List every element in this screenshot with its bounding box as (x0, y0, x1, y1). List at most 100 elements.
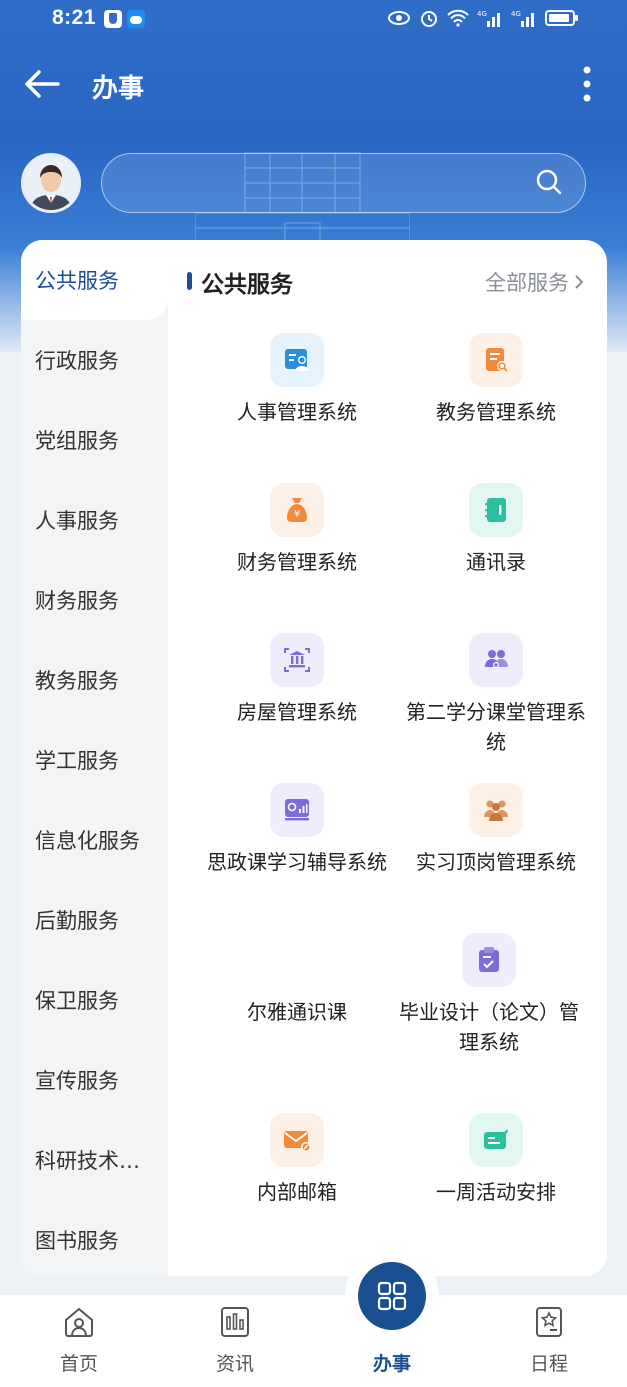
all-services-label: 全部服务 (485, 271, 569, 295)
money-bag-icon: ¥ (270, 483, 324, 537)
service-label: 教务管理系统 (436, 400, 556, 424)
status-bar: 8:21 4G 4G (0, 0, 627, 40)
section-title: 公共服务 (201, 272, 293, 298)
academic-icon (469, 333, 523, 387)
sidebar-item-label: 公共服务 (35, 269, 119, 293)
calendar-star-icon (536, 1307, 562, 1337)
all-services-link[interactable]: 全部服务 (485, 267, 585, 297)
service-internal-mail[interactable]: 内部邮箱 (207, 1113, 387, 1207)
search-box[interactable] (101, 153, 586, 213)
sidebar-item-label: 财务服务 (35, 589, 119, 613)
service-label: 尔雅通识课 (247, 1000, 347, 1024)
status-time: 8:21 (52, 6, 97, 29)
chevron-right-icon (575, 275, 584, 289)
sidebar-item-label: 保卫服务 (35, 989, 119, 1013)
eye-icon (388, 11, 410, 25)
service-weekly-schedule[interactable]: 一周活动安排 (406, 1113, 586, 1207)
sidebar-item-logistics[interactable]: 后勤服务 (21, 880, 168, 960)
sidebar-item-student-affairs[interactable]: 学工服务 (21, 720, 168, 800)
chart-board-icon (270, 783, 324, 837)
sidebar-item-library[interactable]: 图书服务 (21, 1200, 168, 1276)
shield-app-icon (104, 10, 122, 28)
sidebar-item-personnel[interactable]: 人事服务 (21, 480, 168, 560)
status-icons: 4G 4G (387, 8, 578, 28)
sidebar-item-party[interactable]: 党组服务 (21, 400, 168, 480)
category-sidebar: 公共服务 行政服务 党组服务 人事服务 财务服务 教务服务 学工服务 信息化服务… (21, 240, 168, 1276)
sidebar-item-academic[interactable]: 教务服务 (21, 640, 168, 720)
battery-icon (545, 10, 578, 26)
service-label: 内部邮箱 (257, 1180, 337, 1204)
service-label: 第二学分课堂管理系统 (406, 700, 586, 754)
signal-icon: 4G (511, 10, 534, 27)
section-marker (187, 272, 192, 290)
sidebar-item-it[interactable]: 信息化服务 (21, 800, 168, 880)
nav-home-label: 首页 (59, 1353, 98, 1375)
service-contacts[interactable]: 通讯录 (406, 483, 586, 577)
svg-text:¥: ¥ (294, 509, 300, 520)
nav-affairs-label: 办事 (372, 1353, 411, 1375)
nav-schedule-label: 日程 (529, 1353, 568, 1375)
sidebar-item-label: 人事服务 (35, 509, 119, 533)
sidebar-item-label: 信息化服务 (35, 829, 140, 853)
service-second-credit[interactable]: 第二学分课堂管理系统 (406, 633, 586, 757)
nav-news[interactable]: 资讯 (195, 1305, 275, 1376)
team-icon (469, 783, 523, 837)
page-title: 办事 (92, 74, 145, 104)
group-icon (469, 633, 523, 687)
search-input[interactable] (122, 154, 522, 210)
user-avatar-icon (24, 156, 78, 210)
contacts-icon (469, 483, 523, 537)
nav-affairs[interactable] (358, 1262, 426, 1330)
nav-home[interactable]: 首页 (39, 1305, 119, 1376)
sidebar-item-label: 党组服务 (35, 429, 119, 453)
more-vertical-icon[interactable] (575, 64, 599, 104)
personnel-icon (270, 333, 324, 387)
service-label: 毕业设计（论文）管理系统 (399, 1000, 579, 1054)
service-ideology-course[interactable]: 思政课学习辅导系统 (207, 783, 387, 877)
service-academic[interactable]: 教务管理系统 (406, 333, 586, 427)
app-bar: 办事 (0, 40, 627, 128)
service-erya-course[interactable]: 尔雅通识课 (207, 933, 387, 1027)
building-icon (270, 633, 324, 687)
search-icon[interactable] (535, 168, 563, 196)
sidebar-item-label: 后勤服务 (35, 909, 119, 933)
section-header: 公共服务 全部服务 (168, 240, 607, 320)
sidebar-item-label: 图书服务 (35, 1229, 119, 1253)
service-label: 房屋管理系统 (237, 700, 357, 724)
schedule-edit-icon (469, 1113, 523, 1167)
service-label: 一周活动安排 (436, 1180, 556, 1204)
service-label: 实习顶岗管理系统 (416, 850, 576, 874)
avatar[interactable] (21, 153, 81, 213)
service-internship[interactable]: 实习顶岗管理系统 (406, 783, 586, 877)
sidebar-item-security[interactable]: 保卫服务 (21, 960, 168, 1040)
sidebar-item-admin[interactable]: 行政服务 (21, 320, 168, 400)
signal-icon: 4G (477, 10, 500, 27)
alarm-icon (421, 11, 437, 27)
mail-icon (270, 1113, 324, 1167)
nav-schedule[interactable]: 日程 (509, 1305, 589, 1376)
service-label: 人事管理系统 (237, 400, 357, 424)
back-arrow-icon[interactable] (22, 64, 62, 104)
grid-apps-icon (377, 1281, 407, 1311)
svg-text:4G: 4G (511, 10, 521, 18)
sidebar-item-label: 科研技术… (35, 1149, 140, 1173)
service-label: 通讯录 (466, 550, 526, 574)
bottom-nav: 首页 资讯 日程 (0, 1295, 627, 1387)
sidebar-item-finance[interactable]: 财务服务 (21, 560, 168, 640)
sidebar-item-label: 学工服务 (35, 749, 119, 773)
news-icon (221, 1307, 249, 1337)
sidebar-item-label: 教务服务 (35, 669, 119, 693)
service-label: 财务管理系统 (237, 550, 357, 574)
weather-app-icon (127, 10, 145, 28)
service-personnel[interactable]: 人事管理系统 (207, 333, 387, 427)
svg-text:4G: 4G (477, 10, 487, 18)
service-graduation-thesis[interactable]: 毕业设计（论文）管理系统 (399, 933, 579, 1057)
home-icon (65, 1307, 93, 1337)
sidebar-item-publicity[interactable]: 宣传服务 (21, 1040, 168, 1120)
service-housing[interactable]: 房屋管理系统 (207, 633, 387, 727)
service-finance[interactable]: ¥ 财务管理系统 (207, 483, 387, 577)
sidebar-item-research[interactable]: 科研技术… (21, 1120, 168, 1200)
nav-news-label: 资讯 (215, 1353, 254, 1375)
service-card: 公共服务 行政服务 党组服务 人事服务 财务服务 教务服务 学工服务 信息化服务… (21, 240, 607, 1276)
sidebar-item-public[interactable]: 公共服务 (21, 240, 168, 320)
